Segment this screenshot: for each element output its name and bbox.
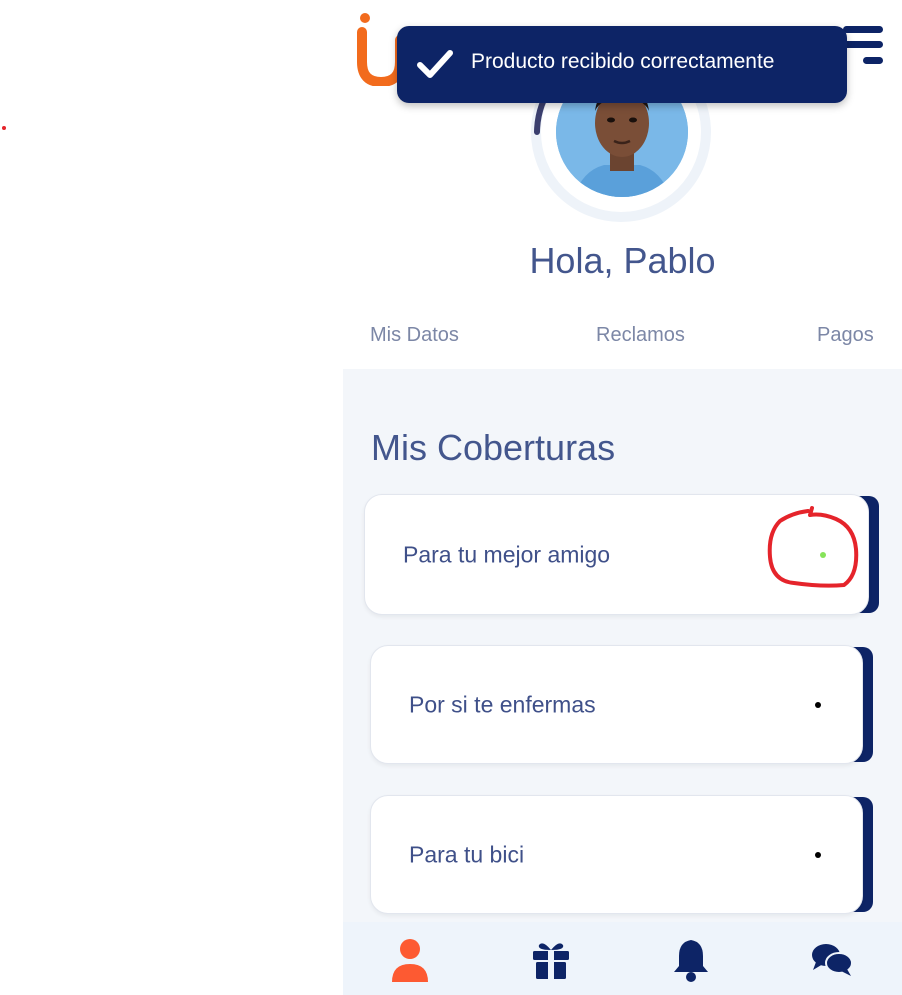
- gift-icon[interactable]: [527, 936, 575, 984]
- toast-notification: Producto recibido correctamente: [397, 26, 847, 103]
- section-title: Mis Coberturas: [371, 427, 616, 468]
- chat-icon[interactable]: [808, 936, 856, 984]
- annotation-dot: [2, 126, 6, 130]
- user-icon[interactable]: [386, 936, 434, 984]
- coverage-card-bici[interactable]: Para tu bici: [370, 795, 873, 914]
- tab-pagos[interactable]: Pagos: [817, 324, 874, 347]
- status-dot: [820, 551, 826, 558]
- coverage-label: Para tu bici: [409, 841, 525, 867]
- app-screen: Hola, Pablo Mis Datos Reclamos Pagos Mis…: [343, 0, 902, 995]
- coverage-card-enfermas[interactable]: Por si te enfermas: [370, 645, 873, 764]
- coverage-card-mejor-amigo[interactable]: Para tu mejor amigo: [364, 494, 879, 615]
- coverages-section: Mis Coberturas Para tu mejor amigo Por s…: [343, 369, 902, 922]
- coverage-label: Por si te enfermas: [409, 691, 596, 717]
- status-dot: [815, 851, 821, 858]
- bell-icon[interactable]: [667, 936, 715, 984]
- bottom-nav: [343, 922, 902, 995]
- status-dot: [815, 701, 821, 708]
- coverage-label: Para tu mejor amigo: [403, 541, 611, 567]
- tab-reclamos[interactable]: Reclamos: [596, 324, 685, 347]
- greeting: Hola, Pablo: [529, 240, 716, 281]
- profile-tabs: Mis Datos Reclamos Pagos: [343, 318, 902, 368]
- tab-mis-datos[interactable]: Mis Datos: [370, 324, 459, 347]
- toast-message: Producto recibido correctamente: [471, 50, 775, 73]
- check-icon: [417, 48, 453, 80]
